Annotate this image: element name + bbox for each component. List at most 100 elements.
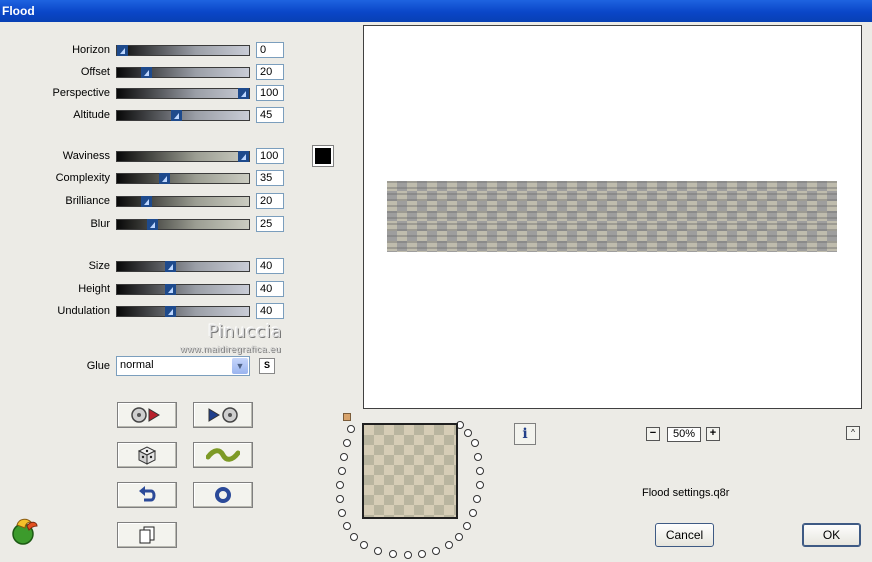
- undulation-slider-thumb[interactable]: [165, 306, 176, 317]
- navigator-dot[interactable]: [338, 467, 346, 475]
- navigator-dot[interactable]: [463, 522, 471, 530]
- preview-canvas[interactable]: [363, 25, 862, 409]
- glue-select[interactable]: normal ▼: [116, 356, 250, 376]
- horizon-value-field[interactable]: 0: [256, 42, 284, 58]
- navigator-dot[interactable]: [404, 551, 412, 559]
- waviness-slider[interactable]: [116, 151, 250, 162]
- size-slider-thumb[interactable]: [165, 261, 176, 272]
- open-preset-button[interactable]: [117, 402, 177, 428]
- save-preset-button[interactable]: [193, 402, 253, 428]
- blur-slider[interactable]: [116, 219, 250, 230]
- navigator-dot[interactable]: [350, 533, 358, 541]
- navigator-dot[interactable]: [389, 550, 397, 558]
- waviness-label: Waviness: [62, 150, 110, 162]
- horizon-label: Horizon: [72, 44, 110, 56]
- title-bar: Flood: [0, 0, 872, 22]
- waviness-value-field[interactable]: 100: [256, 148, 284, 164]
- chevron-down-icon[interactable]: ▼: [232, 358, 248, 374]
- perspective-label: Perspective: [52, 87, 110, 99]
- navigator-dot[interactable]: [473, 495, 481, 503]
- undulation-value-field[interactable]: 40: [256, 303, 284, 319]
- altitude-slider-thumb[interactable]: [171, 110, 182, 121]
- blur-slider-thumb[interactable]: [147, 219, 158, 230]
- complexity-label: Complexity: [55, 172, 110, 184]
- altitude-label: Altitude: [73, 109, 110, 121]
- brilliance-value-field[interactable]: 20: [256, 193, 284, 209]
- perspective-slider-thumb[interactable]: [238, 88, 249, 99]
- brilliance-slider-thumb[interactable]: [141, 196, 152, 207]
- navigator-dot[interactable]: [336, 481, 344, 489]
- offset-value-field[interactable]: 20: [256, 64, 284, 80]
- navigator-dot[interactable]: [336, 495, 344, 503]
- offset-slider-thumb[interactable]: [141, 67, 152, 78]
- dice-icon: [137, 446, 157, 465]
- navigator-dot[interactable]: [340, 453, 348, 461]
- perspective-slider[interactable]: [116, 88, 250, 99]
- navigator-dot[interactable]: [432, 547, 440, 555]
- reset-button[interactable]: [117, 482, 177, 508]
- size-slider[interactable]: [116, 261, 250, 272]
- blur-value-field[interactable]: 25: [256, 216, 284, 232]
- info-button[interactable]: i: [514, 423, 536, 445]
- copy-button[interactable]: [117, 522, 177, 548]
- horizon-slider[interactable]: [116, 45, 250, 56]
- height-value-field[interactable]: 40: [256, 281, 284, 297]
- undulation-slider[interactable]: [116, 306, 250, 317]
- offset-label: Offset: [80, 66, 110, 78]
- navigator-dot[interactable]: [374, 547, 382, 555]
- zoom-out-button[interactable]: −: [646, 427, 660, 441]
- zoom-in-button[interactable]: +: [706, 427, 720, 441]
- height-slider[interactable]: [116, 284, 250, 295]
- blur-label: Blur: [90, 218, 110, 230]
- navigator-dot[interactable]: [347, 425, 355, 433]
- navigator-dot[interactable]: [476, 467, 484, 475]
- height-label: Height: [78, 283, 110, 295]
- watermark-url: www.maidiregrafica.eu: [180, 344, 282, 354]
- navigator-start-marker[interactable]: [343, 413, 351, 421]
- navigator-dot[interactable]: [469, 509, 477, 517]
- arrow-disc-icon: [208, 407, 238, 423]
- navigator-thumbnail[interactable]: [362, 423, 458, 519]
- copy-pages-icon: [139, 526, 155, 544]
- brilliance-slider[interactable]: [116, 196, 250, 207]
- cancel-button[interactable]: Cancel: [655, 523, 714, 547]
- complexity-slider[interactable]: [116, 173, 250, 184]
- navigator-dot[interactable]: [418, 550, 426, 558]
- collapse-button[interactable]: ^: [846, 426, 860, 440]
- navigator-dot[interactable]: [455, 533, 463, 541]
- waviness-slider-thumb[interactable]: [238, 151, 249, 162]
- offset-slider[interactable]: [116, 67, 250, 78]
- navigator-dot[interactable]: [338, 509, 346, 517]
- flood-preview-image: [387, 181, 837, 252]
- navigator-dot[interactable]: [343, 439, 351, 447]
- navigator-dot[interactable]: [445, 541, 453, 549]
- navigator-dot[interactable]: [471, 439, 479, 447]
- ring-icon: [215, 487, 231, 503]
- filter-logo-icon: [12, 518, 38, 545]
- altitude-slider[interactable]: [116, 110, 250, 121]
- height-slider-thumb[interactable]: [165, 284, 176, 295]
- wave-icon: [206, 448, 240, 462]
- wave-button[interactable]: [193, 442, 253, 468]
- watermark-name: Pinuccia: [208, 322, 282, 342]
- altitude-value-field[interactable]: 45: [256, 107, 284, 123]
- navigator-dot[interactable]: [464, 429, 472, 437]
- complexity-slider-thumb[interactable]: [159, 173, 170, 184]
- navigator-dot[interactable]: [476, 481, 484, 489]
- color-swatch[interactable]: [312, 145, 334, 167]
- glue-value: normal: [120, 359, 154, 371]
- settings-filename: Flood settings.q8r: [642, 487, 730, 499]
- navigator-dot[interactable]: [360, 541, 368, 549]
- perspective-value-field[interactable]: 100: [256, 85, 284, 101]
- size-label: Size: [88, 260, 110, 272]
- randomize-button[interactable]: [117, 442, 177, 468]
- undulation-label: Undulation: [57, 305, 110, 317]
- complexity-value-field[interactable]: 35: [256, 170, 284, 186]
- options-button[interactable]: [193, 482, 253, 508]
- size-value-field[interactable]: 40: [256, 258, 284, 274]
- glue-s-button[interactable]: S: [259, 358, 275, 374]
- ok-button[interactable]: OK: [802, 523, 861, 547]
- navigator-dot[interactable]: [474, 453, 482, 461]
- navigator-dot[interactable]: [343, 522, 351, 530]
- horizon-slider-thumb[interactable]: [117, 45, 128, 56]
